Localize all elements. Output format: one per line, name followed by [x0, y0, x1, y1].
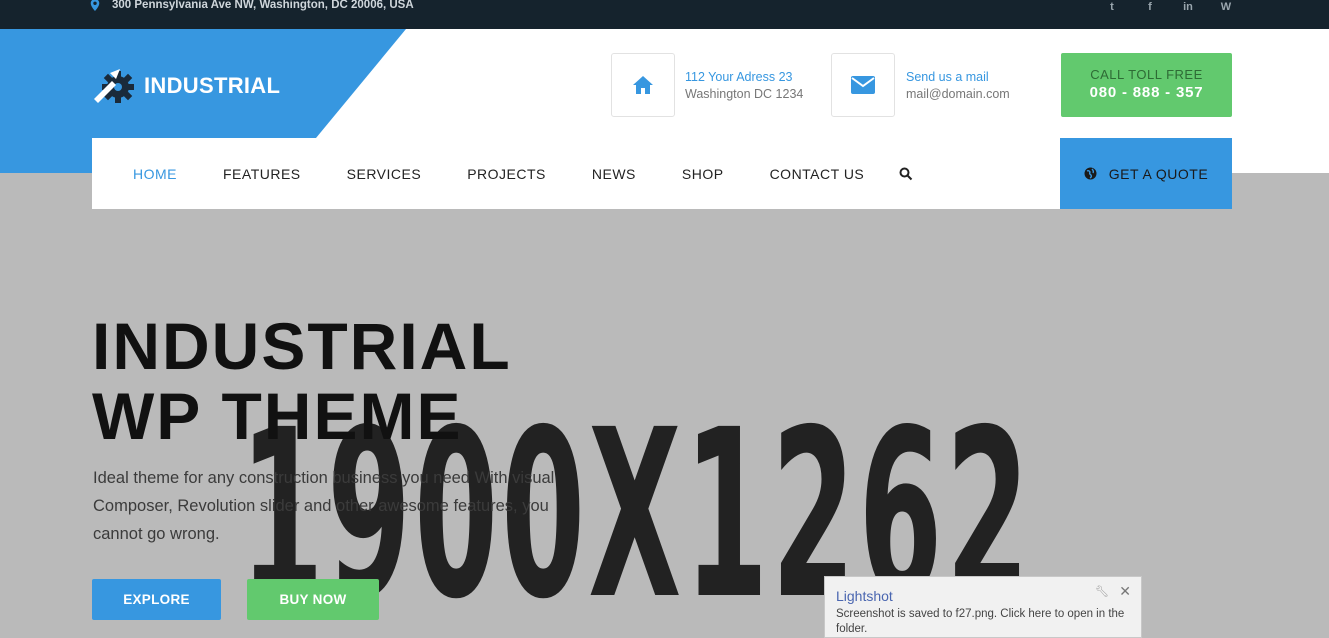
call-number: 080 - 888 - 357	[1089, 84, 1204, 101]
nav-item-features[interactable]: FEATURES	[223, 166, 301, 182]
twitter-icon[interactable]: t	[1105, 1, 1119, 13]
hero-title: INDUSTRIAL WP THEME	[92, 311, 512, 451]
address-line2: Washington DC 1234	[685, 87, 804, 101]
social-links: t f in W	[1105, 0, 1233, 14]
nav-item-projects[interactable]: PROJECTS	[467, 166, 546, 182]
brand-name: INDUSTRIAL	[144, 73, 281, 98]
mail-line1[interactable]: Send us a mail	[906, 69, 1010, 86]
mail-info: Send us a mail mail@domain.com	[906, 69, 1010, 103]
call-label: CALL TOLL FREE	[1090, 67, 1203, 82]
hero-subtitle: Ideal theme for any construction busines…	[93, 469, 555, 543]
lightshot-notification[interactable]: Lightshot 🔧︎ ✕ Screenshot is saved to f2…	[824, 576, 1142, 638]
call-toll-free[interactable]: CALL TOLL FREE 080 - 888 - 357	[1061, 53, 1232, 117]
envelope-icon	[851, 76, 875, 94]
globe-icon	[1084, 167, 1097, 180]
top-address: 300 Pennsylvania Ave NW, Washington, DC …	[90, 0, 414, 13]
address-box	[611, 53, 675, 117]
hero-title-line1: INDUSTRIAL	[92, 309, 512, 383]
mail-box	[831, 53, 895, 117]
explore-button[interactable]: EXPLORE	[92, 579, 221, 620]
toast-message[interactable]: Screenshot is saved to f27.png. Click he…	[836, 607, 1136, 637]
main-nav: HOME FEATURES SERVICES PROJECTS NEWS SHO…	[92, 138, 1060, 209]
address-info: 112 Your Adress 23 Washington DC 1234	[685, 69, 803, 103]
map-pin-icon	[90, 0, 100, 11]
wordpress-icon[interactable]: W	[1219, 1, 1233, 13]
hero-title-line2: WP THEME	[92, 379, 463, 453]
close-icon[interactable]: ✕	[1119, 583, 1131, 600]
top-bar: 300 Pennsylvania Ave NW, Washington, DC …	[0, 0, 1329, 29]
toast-title: Lightshot	[836, 588, 893, 604]
site-logo[interactable]: INDUSTRIAL	[92, 67, 280, 105]
buy-now-button[interactable]: BUY NOW	[247, 579, 379, 620]
nav-item-home[interactable]: HOME	[133, 166, 177, 182]
nav-item-services[interactable]: SERVICES	[347, 166, 422, 182]
nav-item-contact-us[interactable]: CONTACT US	[770, 166, 865, 182]
home-icon	[633, 76, 653, 94]
top-address-text: 300 Pennsylvania Ave NW, Washington, DC …	[112, 0, 414, 11]
wrench-icon[interactable]: 🔧︎	[1095, 585, 1109, 598]
get-a-quote-label: GET A QUOTE	[1108, 165, 1209, 182]
gear-icon	[94, 69, 134, 103]
get-a-quote-button[interactable]: GET A QUOTE	[1060, 138, 1232, 209]
address-line1: 112 Your Adress 23	[685, 70, 793, 84]
mail-line2[interactable]: mail@domain.com	[906, 86, 1010, 103]
linkedin-icon[interactable]: in	[1181, 1, 1195, 13]
nav-item-shop[interactable]: SHOP	[682, 166, 724, 182]
nav-item-news[interactable]: NEWS	[592, 166, 636, 182]
search-icon[interactable]	[899, 167, 913, 181]
facebook-icon[interactable]: f	[1143, 1, 1157, 13]
